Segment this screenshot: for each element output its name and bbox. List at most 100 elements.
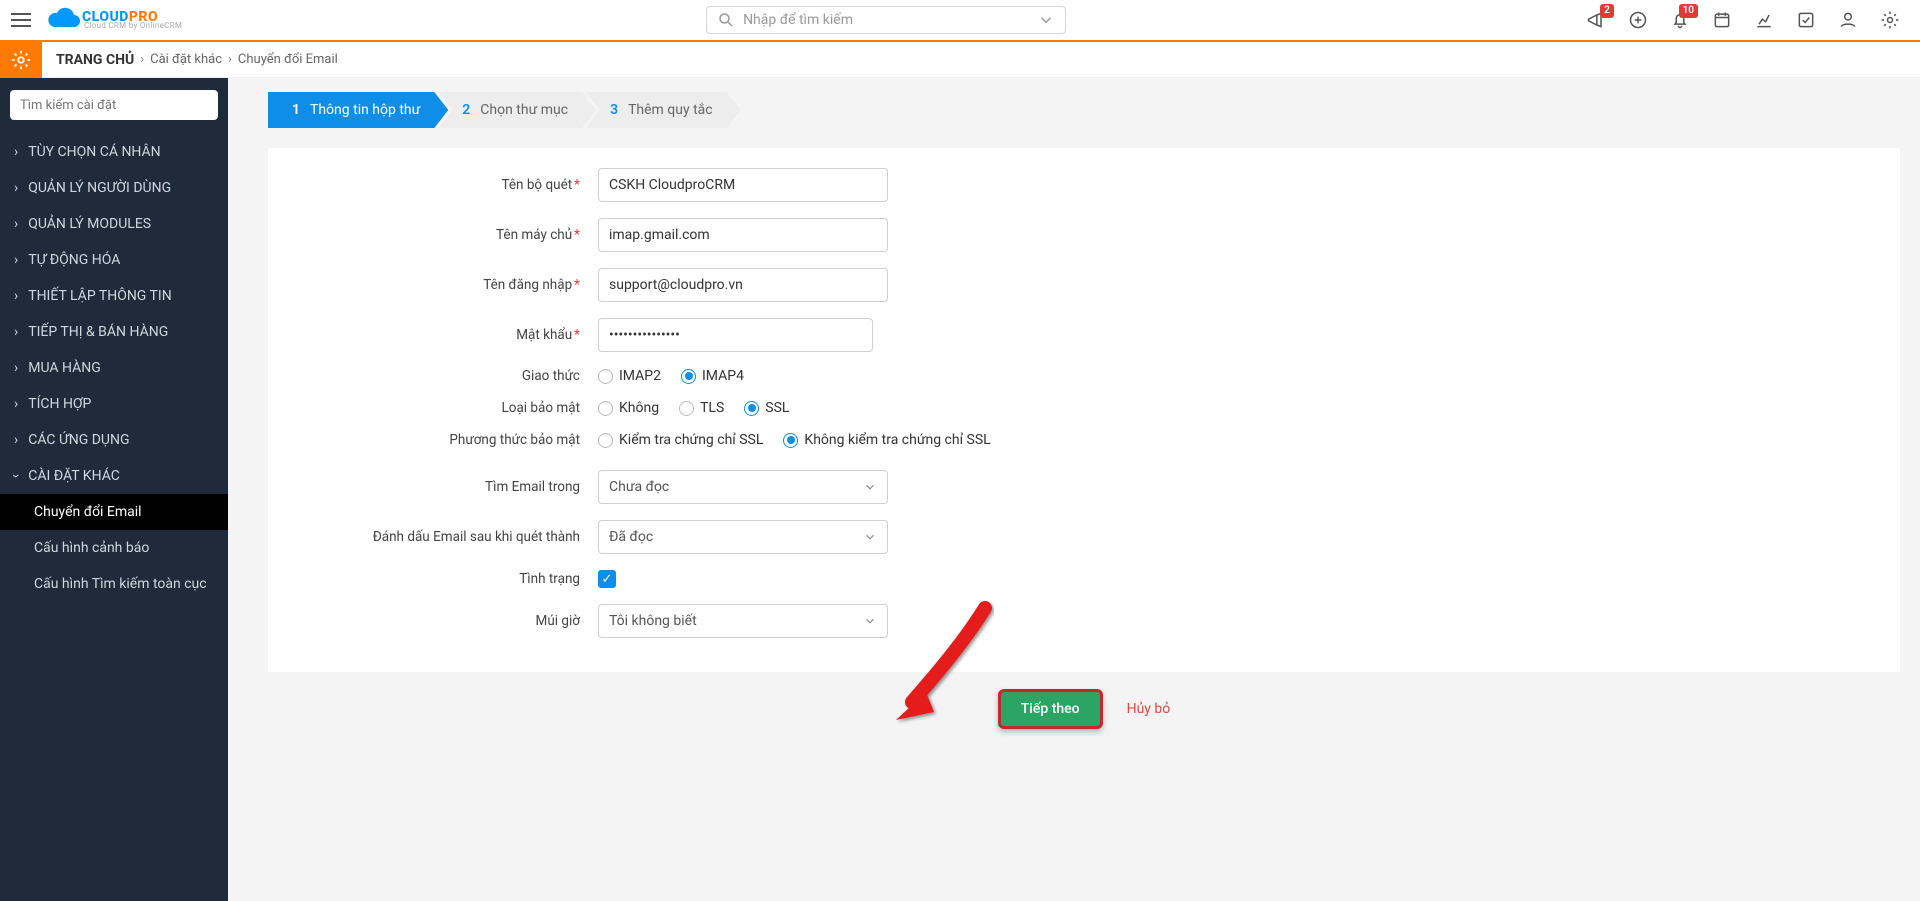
user-icon[interactable] — [1838, 10, 1858, 30]
step-1[interactable]: 1Thông tin hộp thư — [268, 92, 448, 128]
top-header: CLOUDPRO Cloud CRM by OnlineCRM Nhập để … — [0, 0, 1920, 42]
chevron-down-icon — [863, 480, 877, 494]
nav-user-management[interactable]: › QUẢN LÝ NGƯỜI DÙNG — [0, 170, 228, 206]
radio-security-none[interactable]: Không — [598, 400, 659, 416]
logo[interactable]: CLOUDPRO Cloud CRM by OnlineCRM — [42, 0, 186, 41]
radio-cert-check[interactable]: Kiểm tra chứng chỉ SSL — [598, 432, 763, 448]
radio-cert-nocheck[interactable]: Không kiểm tra chứng chỉ SSL — [783, 432, 990, 448]
sidebar-search-input[interactable] — [10, 90, 218, 120]
radio-imap2[interactable]: IMAP2 — [598, 368, 661, 384]
step-label: Chọn thư mục — [480, 102, 568, 118]
radio-security-ssl[interactable]: SSL — [744, 400, 789, 416]
nav-modules-management[interactable]: ›QUẢN LÝ MODULES — [0, 206, 228, 242]
select-findin[interactable]: Chưa đọc — [598, 470, 888, 504]
step-number: 3 — [610, 102, 618, 118]
nav-label: CÀI ĐẶT KHÁC — [28, 468, 120, 484]
row-markafter: Đánh dấu Email sau khi quét thành Đã đọc — [298, 520, 1870, 554]
nav-info-setup[interactable]: ›THIẾT LẬP THÔNG TIN — [0, 278, 228, 314]
security-options: Không TLS SSL — [598, 400, 789, 416]
header-actions: 2 10 — [1586, 10, 1908, 30]
logo-subtitle: Cloud CRM by OnlineCRM — [84, 22, 182, 30]
chevron-down-icon — [863, 614, 877, 628]
wizard-steps: 1Thông tin hộp thư 2Chọn thư mục 3 Thêm q… — [268, 92, 1900, 128]
nav-purchasing[interactable]: ›MUA HÀNG — [0, 350, 228, 386]
chevron-right-icon: › — [14, 180, 18, 196]
chart-icon[interactable] — [1754, 10, 1774, 30]
nav-integrations[interactable]: ›TÍCH HỢP — [0, 386, 228, 422]
check-icon[interactable] — [1796, 10, 1816, 30]
step-3[interactable]: 3 Thêm quy tắc — [586, 92, 741, 128]
radio-icon — [783, 433, 798, 448]
row-password: Mật khẩu* — [298, 318, 1870, 352]
nav-personal-options[interactable]: › TÙY CHỌN CÁ NHÂN — [0, 134, 228, 170]
global-search[interactable]: Nhập để tìm kiếm — [706, 6, 1066, 34]
chevron-right-icon: › — [14, 324, 18, 340]
input-password[interactable] — [598, 318, 873, 352]
step-2[interactable]: 2Chọn thư mục — [438, 92, 596, 128]
select-markafter[interactable]: Đã đọc — [598, 520, 888, 554]
nav-marketing-sales[interactable]: ›TIẾP THỊ & BÁN HÀNG — [0, 314, 228, 350]
form-card: Tên bộ quét* Tên máy chủ* Tên đăng nhập*… — [268, 148, 1900, 672]
announce-icon[interactable]: 2 — [1586, 10, 1606, 30]
radio-icon — [598, 433, 613, 448]
nav-label: QUẢN LÝ NGƯỜI DÙNG — [28, 180, 171, 196]
chevron-right-icon: › — [14, 144, 18, 160]
row-findin: Tìm Email trong Chưa đọc — [298, 470, 1870, 504]
nav-other-settings[interactable]: ›CÀI ĐẶT KHÁC — [0, 458, 228, 494]
label-protocol: Giao thức — [298, 368, 598, 384]
nav-label: TÙY CHỌN CÁ NHÂN — [28, 144, 160, 160]
announce-badge: 2 — [1600, 4, 1614, 18]
nav-label: QUẢN LÝ MODULES — [28, 216, 151, 232]
subnav-email-conversion[interactable]: Chuyển đổi Email — [0, 494, 228, 530]
label-login: Tên đăng nhập* — [298, 277, 598, 293]
gear-icon — [10, 49, 32, 71]
hamburger-menu[interactable] — [0, 0, 42, 41]
radio-icon — [679, 401, 694, 416]
hamburger-icon — [11, 13, 31, 27]
radio-icon — [744, 401, 759, 416]
cancel-link[interactable]: Hủy bỏ — [1127, 701, 1171, 717]
subnav-alert-config[interactable]: Cấu hình cảnh báo — [0, 530, 228, 566]
sidebar: ›TÙY CHỌN CÁ NHÂN ›QUẢN LÝ NGƯỜI DÙNG ›Q… — [0, 78, 228, 901]
calendar-icon[interactable] — [1712, 10, 1732, 30]
row-status: Tình trạng ✓ — [298, 570, 1870, 588]
chevron-right-icon: › — [14, 432, 18, 448]
nav-applications[interactable]: ›CÁC ỨNG DỤNG — [0, 422, 228, 458]
bell-icon[interactable]: 10 — [1670, 10, 1690, 30]
subnav-global-search-config[interactable]: Cấu hình Tìm kiếm toàn cục — [0, 566, 228, 602]
nav-automation[interactable]: › TỰ ĐỘNG HÓA — [0, 242, 228, 278]
gear-icon[interactable] — [1880, 10, 1900, 30]
input-server[interactable] — [598, 218, 888, 252]
radio-imap4[interactable]: IMAP4 — [681, 368, 744, 384]
chevron-down-icon — [863, 530, 877, 544]
search-icon — [717, 11, 735, 29]
breadcrumb-item-1[interactable]: Cài đặt khác — [150, 52, 222, 67]
chevron-right-icon: › — [14, 360, 18, 376]
select-timezone[interactable]: Tôi không biết — [598, 604, 888, 638]
radio-icon — [598, 369, 613, 384]
radio-icon — [598, 401, 613, 416]
nav-label: TÍCH HỢP — [28, 396, 91, 412]
search-placeholder: Nhập để tìm kiếm — [743, 12, 853, 28]
radio-security-tls[interactable]: TLS — [679, 400, 724, 416]
chevron-down-icon — [1037, 11, 1055, 29]
chevron-right-icon: › — [14, 252, 18, 268]
breadcrumb-item-2: Chuyển đổi Email — [238, 52, 338, 67]
step-label: Thêm quy tắc — [628, 102, 713, 118]
label-scanner: Tên bộ quét* — [298, 177, 598, 193]
label-password: Mật khẩu* — [298, 327, 598, 343]
protocol-options: IMAP2 IMAP4 — [598, 368, 744, 384]
row-certcheck: Phương thức bảo mật Kiểm tra chứng chỉ S… — [298, 432, 1870, 448]
settings-tab[interactable] — [0, 42, 42, 78]
breadcrumb: TRANG CHỦ › Cài đặt khác › Chuyển đổi Em… — [0, 42, 1920, 78]
input-login[interactable] — [598, 268, 888, 302]
breadcrumb-home[interactable]: TRANG CHỦ — [56, 52, 134, 68]
nav-label: TỰ ĐỘNG HÓA — [28, 252, 120, 268]
actions-bar: Tiếp theo Hủy bỏ — [268, 680, 1900, 738]
input-scanner-name[interactable] — [598, 168, 888, 202]
header-search-wrap: Nhập để tìm kiếm — [186, 6, 1586, 34]
label-certcheck: Phương thức bảo mật — [298, 432, 598, 448]
add-icon[interactable] — [1628, 10, 1648, 30]
checkbox-status[interactable]: ✓ — [598, 570, 616, 588]
next-button[interactable]: Tiếp theo — [998, 689, 1103, 729]
